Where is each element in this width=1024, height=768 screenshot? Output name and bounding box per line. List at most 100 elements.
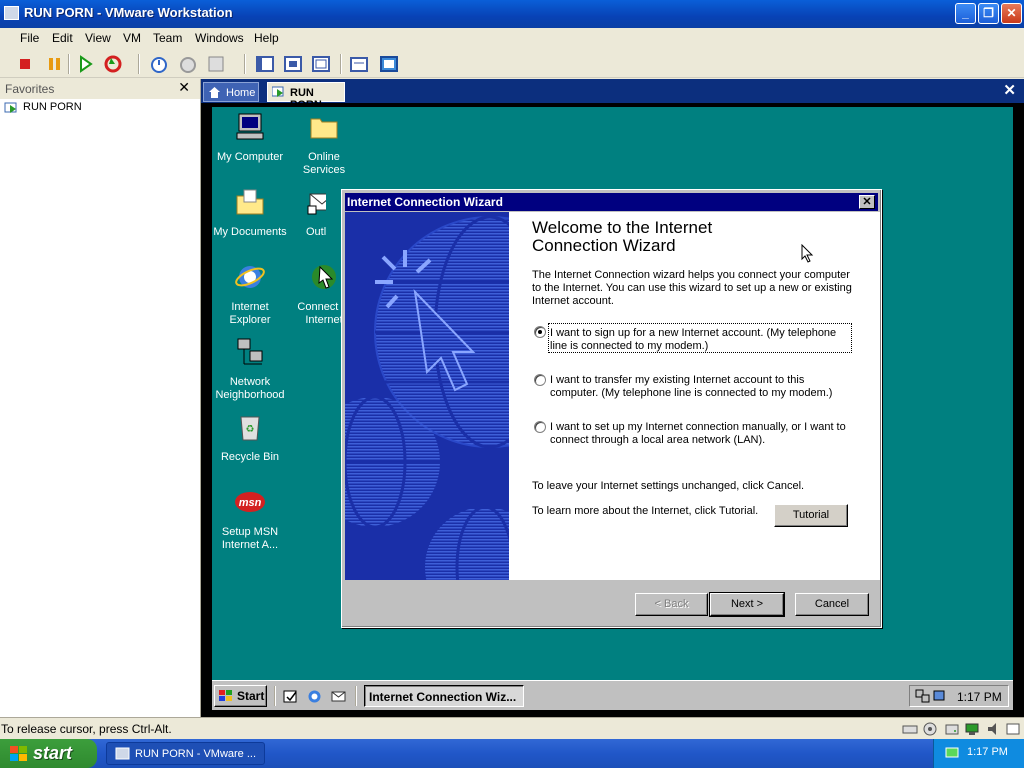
host-taskbar: start RUN PORN - VMware ... 1:17 PM — [0, 739, 1024, 768]
tutorial-note: To learn more about the Internet, click … — [532, 505, 759, 517]
outlook-express-icon — [307, 193, 326, 215]
power-on-icon[interactable] — [74, 53, 96, 75]
tray-network-icon[interactable] — [944, 745, 960, 761]
option-transfer-account-radio[interactable] — [534, 374, 546, 386]
quicklaunch-ie-icon[interactable] — [306, 688, 323, 705]
tab-home-label: Home — [226, 87, 256, 99]
menu-bar: File Edit View VM Team Windows Help — [0, 28, 1024, 48]
desktop-icon-network-neighborhood[interactable]: Network Neighborhood — [212, 336, 288, 402]
host-system-tray: 1:17 PM — [933, 739, 1024, 768]
host-start-label: start — [33, 743, 73, 763]
desktop-icon-label: Recycle Bin — [220, 451, 280, 463]
option-manual-setup-radio[interactable] — [534, 421, 546, 433]
home-icon — [209, 87, 220, 98]
cancel-button[interactable]: Cancel — [795, 593, 869, 616]
message-device-icon[interactable] — [1006, 722, 1020, 736]
guest-clock: 1:17 PM — [957, 690, 1002, 704]
menu-view[interactable]: View — [85, 31, 111, 45]
tutorial-button[interactable]: Tutorial — [774, 504, 848, 527]
window-titlebar: RUN PORN - VMware Workstation _ ❐ ✕ — [0, 0, 1024, 28]
vmware-task-icon — [115, 747, 130, 760]
wizard-side-graphic — [345, 212, 509, 580]
desktop-icon-my-documents[interactable]: My Documents — [212, 186, 288, 239]
desktop-icon-my-computer[interactable]: My Computer — [212, 111, 288, 164]
host-task-label: RUN PORN - VMware ... — [135, 748, 257, 760]
vmware-app-icon — [4, 6, 19, 20]
svg-text:msn: msn — [239, 497, 262, 509]
tray-network-icon[interactable] — [932, 688, 948, 704]
reset-icon[interactable] — [102, 53, 124, 75]
status-bar: To release cursor, press Ctrl-Alt. — [0, 717, 1024, 739]
revert-snapshot-icon[interactable] — [177, 53, 199, 75]
menu-team[interactable]: Team — [153, 31, 182, 45]
guest-start-button[interactable]: Start — [214, 685, 267, 707]
close-button[interactable]: ✕ — [1001, 3, 1022, 24]
window-title: RUN PORN - VMware Workstation — [24, 5, 233, 20]
host-clock: 1:17 PM — [967, 746, 1008, 758]
quicklaunch-outlook-icon[interactable] — [330, 688, 347, 705]
snapshot-manager-icon[interactable] — [205, 53, 227, 75]
next-button[interactable]: Next > — [709, 592, 785, 617]
guest-start-label: Start — [237, 689, 265, 703]
favorites-panel: Favorites ✕ RUN PORN — [0, 79, 201, 717]
desktop-icon-label: Outlook Express — [306, 226, 326, 238]
my-documents-icon — [236, 189, 264, 215]
quick-switch-icon[interactable] — [282, 53, 304, 75]
status-text: To release cursor, press Ctrl-Alt. — [1, 722, 172, 736]
suspend-icon[interactable] — [44, 53, 66, 75]
snapshot-icon[interactable] — [148, 53, 170, 75]
option-new-account-label[interactable]: I want to sign up for a new Internet acc… — [550, 327, 850, 353]
summary-view-icon[interactable] — [348, 53, 370, 75]
tab-home[interactable]: Home — [203, 82, 259, 102]
tray-display-icon[interactable] — [915, 688, 931, 704]
hard-disk-icon[interactable] — [944, 721, 960, 737]
show-desktop-icon[interactable] — [282, 688, 299, 705]
desktop-icon-recycle-bin[interactable]: ♻ Recycle Bin — [212, 411, 288, 464]
menu-windows[interactable]: Windows — [195, 31, 244, 45]
desktop-icon-outlook-express[interactable]: Outlook Express — [286, 186, 326, 239]
menu-file[interactable]: File — [20, 31, 39, 45]
tab-vm[interactable]: RUN PORN — [267, 82, 345, 111]
full-screen-icon[interactable] — [310, 53, 332, 75]
floppy-device-icon[interactable] — [902, 722, 918, 736]
close-favorites-icon[interactable]: ✕ — [178, 79, 190, 96]
cdrom-device-icon[interactable] — [922, 721, 938, 737]
desktop-icon-label: Internet Explorer — [229, 301, 271, 326]
option-manual-setup-label[interactable]: I want to set up my Internet connection … — [550, 421, 852, 447]
power-off-icon[interactable] — [14, 53, 36, 75]
desktop-icon-online-services[interactable]: Online Services — [286, 111, 362, 177]
minimize-button[interactable]: _ — [955, 3, 976, 24]
vm-icon — [4, 102, 17, 113]
guest-task-label: Internet Connection Wiz... — [369, 690, 517, 704]
favorites-item-label: RUN PORN — [23, 101, 82, 113]
guest-task-wizard[interactable]: Internet Connection Wiz... — [364, 685, 524, 707]
folder-icon — [310, 118, 338, 139]
recycle-bin-icon: ♻ — [240, 416, 260, 441]
cancel-note: To leave your Internet settings unchange… — [532, 480, 805, 492]
windows-logo-icon — [219, 690, 232, 701]
menu-help[interactable]: Help — [254, 31, 279, 45]
desktop-icon-label: My Documents — [213, 226, 287, 238]
wizard-close-button[interactable]: ✕ — [859, 195, 875, 209]
host-task-vmware[interactable]: RUN PORN - VMware ... — [106, 742, 265, 765]
mouse-cursor-icon — [801, 244, 814, 263]
menu-vm[interactable]: VM — [123, 31, 141, 45]
wizard-titlebar: Internet Connection Wizard ✕ — [345, 193, 878, 211]
wizard-intro: The Internet Connection wizard helps you… — [532, 269, 852, 307]
network-adapter-icon[interactable] — [964, 721, 980, 737]
close-tab-icon[interactable]: ✕ — [1003, 81, 1016, 99]
restore-button[interactable]: ❐ — [978, 3, 999, 24]
console-view-icon[interactable] — [378, 53, 400, 75]
back-button[interactable]: < Back — [635, 593, 708, 616]
vm-icon — [272, 86, 284, 97]
tab-strip: Home RUN PORN ✕ — [201, 79, 1024, 111]
host-start-button[interactable]: start — [0, 739, 97, 768]
desktop-icon-internet-explorer[interactable]: Internet Explorer — [212, 261, 288, 327]
sound-device-icon[interactable] — [986, 721, 1002, 737]
option-new-account-radio[interactable] — [534, 326, 546, 338]
desktop-icon-setup-msn[interactable]: msn Setup MSN Internet A... — [212, 486, 288, 552]
option-transfer-account-label[interactable]: I want to transfer my existing Internet … — [550, 374, 852, 400]
show-sidebar-icon[interactable] — [254, 53, 276, 75]
menu-edit[interactable]: Edit — [52, 31, 73, 45]
globe-cursor-graphic — [345, 212, 509, 580]
